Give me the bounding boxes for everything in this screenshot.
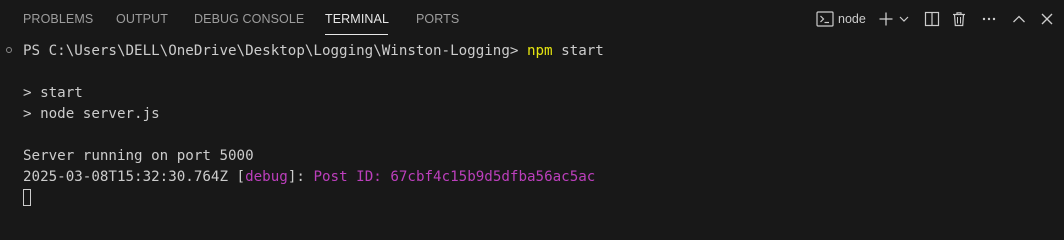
terminal-selector-label[interactable]: node — [838, 12, 866, 27]
tab-output[interactable]: OUTPUT — [116, 12, 168, 27]
tab-terminal[interactable]: TERMINAL — [325, 12, 389, 27]
command-args: start — [561, 43, 604, 59]
terminal-line-cursor — [0, 188, 1064, 209]
terminal-line-empty — [0, 125, 1064, 146]
split-terminal-icon[interactable] — [921, 8, 943, 30]
log-bracket-close: ]: — [287, 169, 305, 185]
terminal-line-empty — [0, 62, 1064, 83]
close-icon[interactable] — [1036, 8, 1058, 30]
command-name: npm — [526, 43, 553, 59]
terminal-line-prompt: PS C:\Users\DELL\OneDrive\Desktop\Loggin… — [0, 41, 1064, 62]
command-decoration-icon[interactable] — [6, 47, 12, 53]
script-line: > start — [23, 85, 83, 101]
log-timestamp: 2025-03-08T15:32:30.764Z — [23, 169, 228, 185]
plus-icon[interactable] — [876, 8, 896, 30]
more-icon[interactable] — [978, 8, 1000, 30]
tab-debug-console[interactable]: DEBUG CONSOLE — [194, 12, 304, 27]
terminal-line-server: Server running on port 5000 — [0, 146, 1064, 167]
log-message: Post ID: 67cbf4c15b9d5dfba56ac5ac — [313, 169, 596, 185]
terminal-icon[interactable] — [814, 8, 836, 30]
trash-icon[interactable] — [948, 8, 970, 30]
log-level: debug — [245, 169, 288, 185]
terminal-line-log: 2025-03-08T15:32:30.764Z [debug]: Post I… — [0, 167, 1064, 188]
terminal-line-node: > node server.js — [0, 104, 1064, 125]
node-line: > node server.js — [23, 106, 160, 122]
terminal-line-script: > start — [0, 83, 1064, 104]
tab-ports[interactable]: PORTS — [416, 12, 459, 27]
tab-problems[interactable]: PROBLEMS — [23, 12, 93, 27]
terminal-panel: PROBLEMS OUTPUT DEBUG CONSOLE TERMINAL P… — [0, 0, 1064, 222]
chevron-down-icon[interactable] — [897, 8, 911, 30]
active-tab-indicator — [325, 34, 388, 35]
terminal-cursor — [23, 189, 31, 206]
prompt-path: PS C:\Users\DELL\OneDrive\Desktop\Loggin… — [23, 43, 519, 59]
maximize-panel-icon[interactable] — [1008, 8, 1030, 30]
terminal-output[interactable]: PS C:\Users\DELL\OneDrive\Desktop\Loggin… — [0, 41, 1064, 209]
panel-tab-bar: PROBLEMS OUTPUT DEBUG CONSOLE TERMINAL P… — [0, 0, 1064, 38]
server-status: Server running on port 5000 — [23, 148, 254, 164]
log-bracket-open: [ — [236, 169, 246, 185]
